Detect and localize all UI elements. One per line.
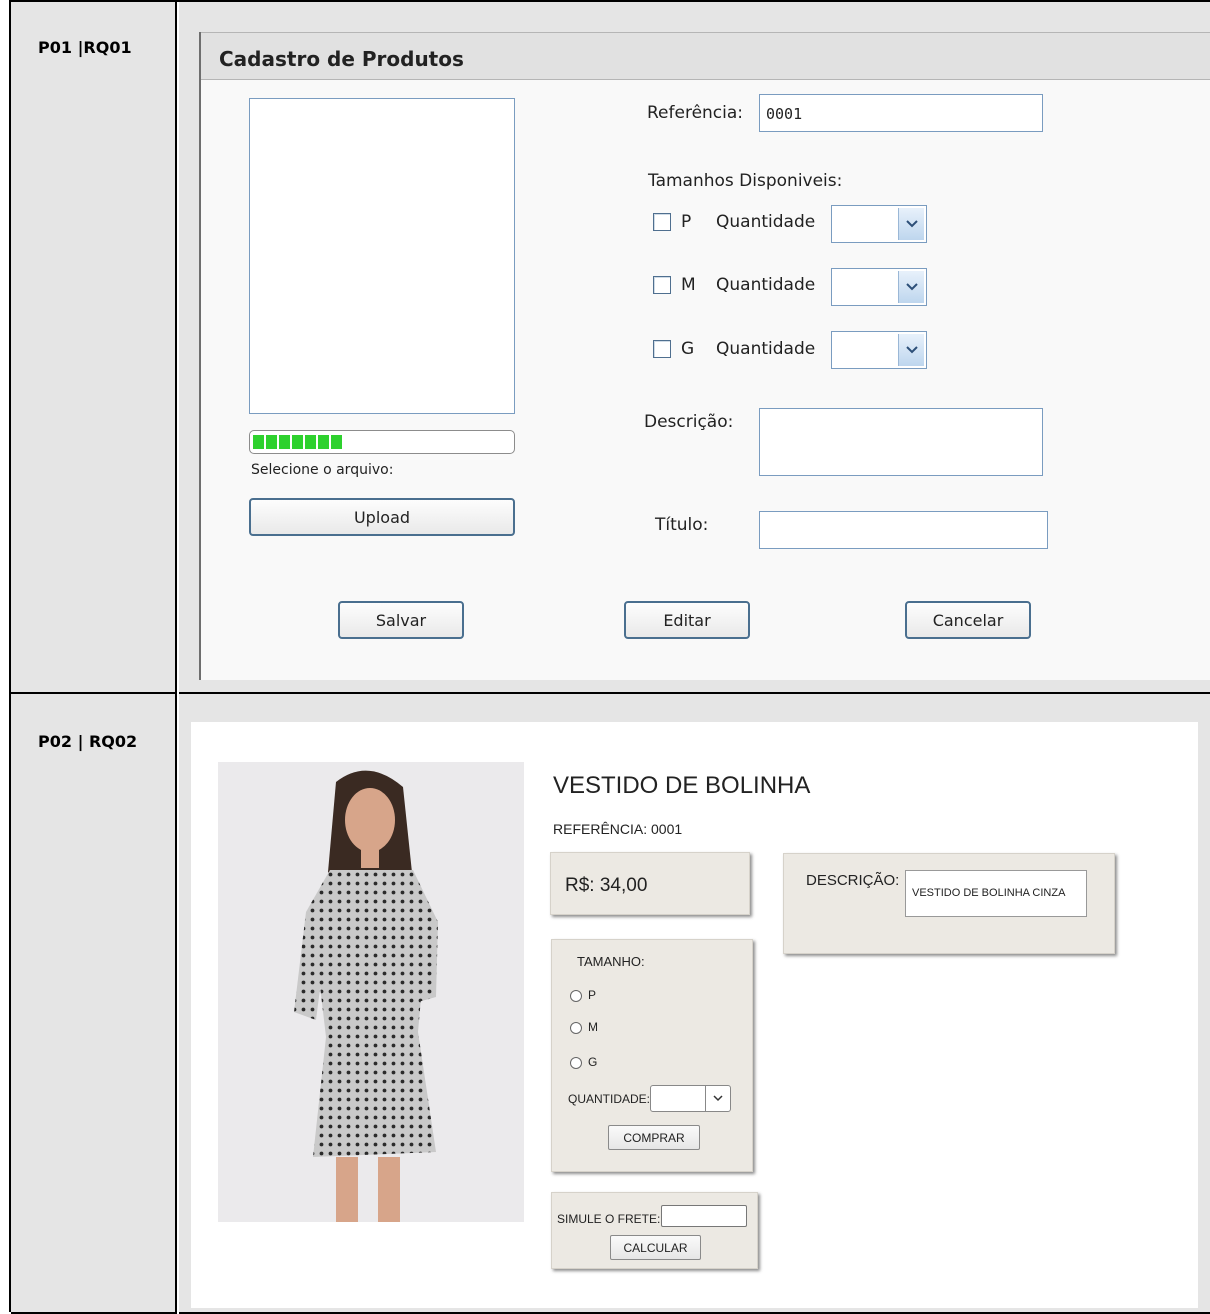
size-p-quantity-select[interactable] <box>831 205 927 243</box>
image-preview <box>249 98 515 414</box>
size-g-option: G <box>588 1055 598 1069</box>
row-content-p02: VESTIDO DE BOLINHA REFERÊNCIA: 0001 R$: … <box>179 694 1210 1314</box>
description-panel: DESCRIÇÃO: VESTIDO DE BOLINHA CINZA <box>783 853 1115 954</box>
size-m-label: M <box>681 275 696 295</box>
size-p-radio[interactable] <box>570 990 582 1002</box>
size-m-quantity-select[interactable] <box>831 268 927 306</box>
description-label: Descrição: <box>644 412 734 432</box>
edit-button[interactable]: Editar <box>624 601 750 639</box>
requirements-table: P01 |RQ01 Cadastro de Produtos Selecione… <box>9 0 1210 1314</box>
chevron-down-icon[interactable] <box>898 208 924 240</box>
chevron-down-icon[interactable] <box>898 271 924 303</box>
product-page: VESTIDO DE BOLINHA REFERÊNCIA: 0001 R$: … <box>191 722 1198 1308</box>
product-reference: REFERÊNCIA: 0001 <box>553 821 683 837</box>
title-input[interactable] <box>759 511 1048 549</box>
save-button[interactable]: Salvar <box>338 601 464 639</box>
size-g-checkbox[interactable] <box>653 340 671 358</box>
size-g-label: G <box>681 339 695 359</box>
size-g-quantity-select[interactable] <box>831 331 927 369</box>
reference-input[interactable]: 0001 <box>759 94 1043 132</box>
description-label: DESCRIÇÃO: <box>806 872 900 889</box>
row-content-p01: Cadastro de Produtos Selecione o arquivo… <box>179 2 1210 694</box>
buy-button[interactable]: COMPRAR <box>608 1125 700 1150</box>
upload-progress-bar <box>249 430 515 454</box>
size-m-quantity-label: Quantidade <box>716 275 816 295</box>
price-panel: R$: 34,00 <box>550 852 750 915</box>
size-m-checkbox[interactable] <box>653 276 671 294</box>
size-m-radio[interactable] <box>570 1022 582 1034</box>
description-textarea[interactable] <box>759 408 1043 476</box>
shipping-panel: SIMULE O FRETE: CALCULAR <box>551 1192 758 1269</box>
upload-progress-fill <box>253 435 343 449</box>
quantity-select[interactable] <box>650 1085 731 1112</box>
size-g-radio[interactable] <box>570 1057 582 1069</box>
row-label-p02: P02 | RQ02 <box>11 694 177 1314</box>
size-p-label: P <box>681 212 692 232</box>
file-select-label: Selecione o arquivo: <box>251 462 394 478</box>
size-p-option: P <box>588 988 597 1002</box>
upload-button[interactable]: Upload <box>249 498 515 536</box>
size-m-option: M <box>588 1020 598 1034</box>
row-label-p01: P01 |RQ01 <box>11 2 177 694</box>
size-label: TAMANHO: <box>577 954 645 969</box>
size-p-quantity-label: Quantidade <box>716 212 816 232</box>
product-photo <box>218 762 524 1222</box>
window-title: Cadastro de Produtos <box>201 32 1210 80</box>
size-g-quantity-label: Quantidade <box>716 339 816 359</box>
product-price: R$: 34,00 <box>565 875 648 896</box>
model-photo-icon <box>218 762 524 1222</box>
reference-label: Referência: <box>647 103 744 123</box>
quantity-label: QUANTIDADE: <box>568 1092 651 1106</box>
cancel-button[interactable]: Cancelar <box>905 601 1031 639</box>
size-panel: TAMANHO: P M G QUANTIDADE: COMPRAR <box>551 939 753 1172</box>
description-value: VESTIDO DE BOLINHA CINZA <box>905 870 1087 917</box>
chevron-down-icon[interactable] <box>705 1086 730 1111</box>
product-name: VESTIDO DE BOLINHA <box>553 772 811 799</box>
chevron-down-icon[interactable] <box>898 334 924 366</box>
shipping-label: SIMULE O FRETE: <box>557 1212 661 1226</box>
sizes-label: Tamanhos Disponiveis: <box>648 171 843 191</box>
calculate-button[interactable]: CALCULAR <box>610 1235 701 1260</box>
product-registration-window: Cadastro de Produtos Selecione o arquivo… <box>199 32 1210 680</box>
size-p-checkbox[interactable] <box>653 213 671 231</box>
title-label: Título: <box>655 515 709 535</box>
shipping-input[interactable] <box>661 1205 747 1227</box>
